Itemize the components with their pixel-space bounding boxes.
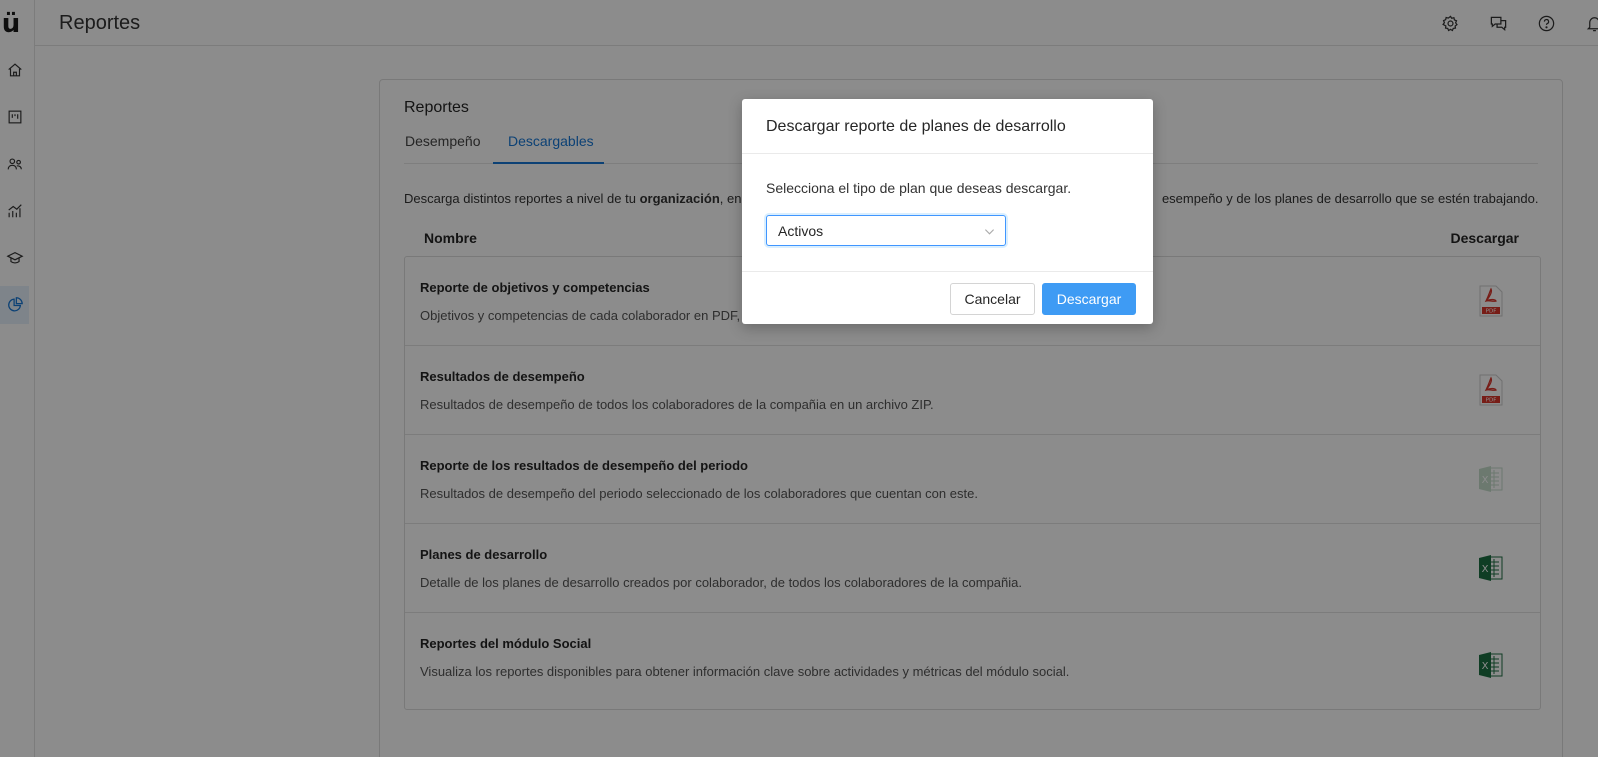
dialog-divider	[742, 271, 1153, 272]
dialog-divider	[742, 153, 1153, 154]
cancel-button[interactable]: Cancelar	[950, 283, 1035, 315]
download-button[interactable]: Descargar	[1042, 283, 1136, 315]
dialog-prompt: Selecciona el tipo de plan que deseas de…	[766, 180, 1072, 196]
select-value: Activos	[778, 223, 824, 239]
download-plans-dialog: Descargar reporte de planes de desarroll…	[742, 99, 1153, 324]
dialog-title: Descargar reporte de planes de desarroll…	[766, 118, 1066, 135]
chevron-down-icon	[984, 229, 995, 235]
plan-type-select[interactable]: Activos	[766, 215, 1006, 246]
